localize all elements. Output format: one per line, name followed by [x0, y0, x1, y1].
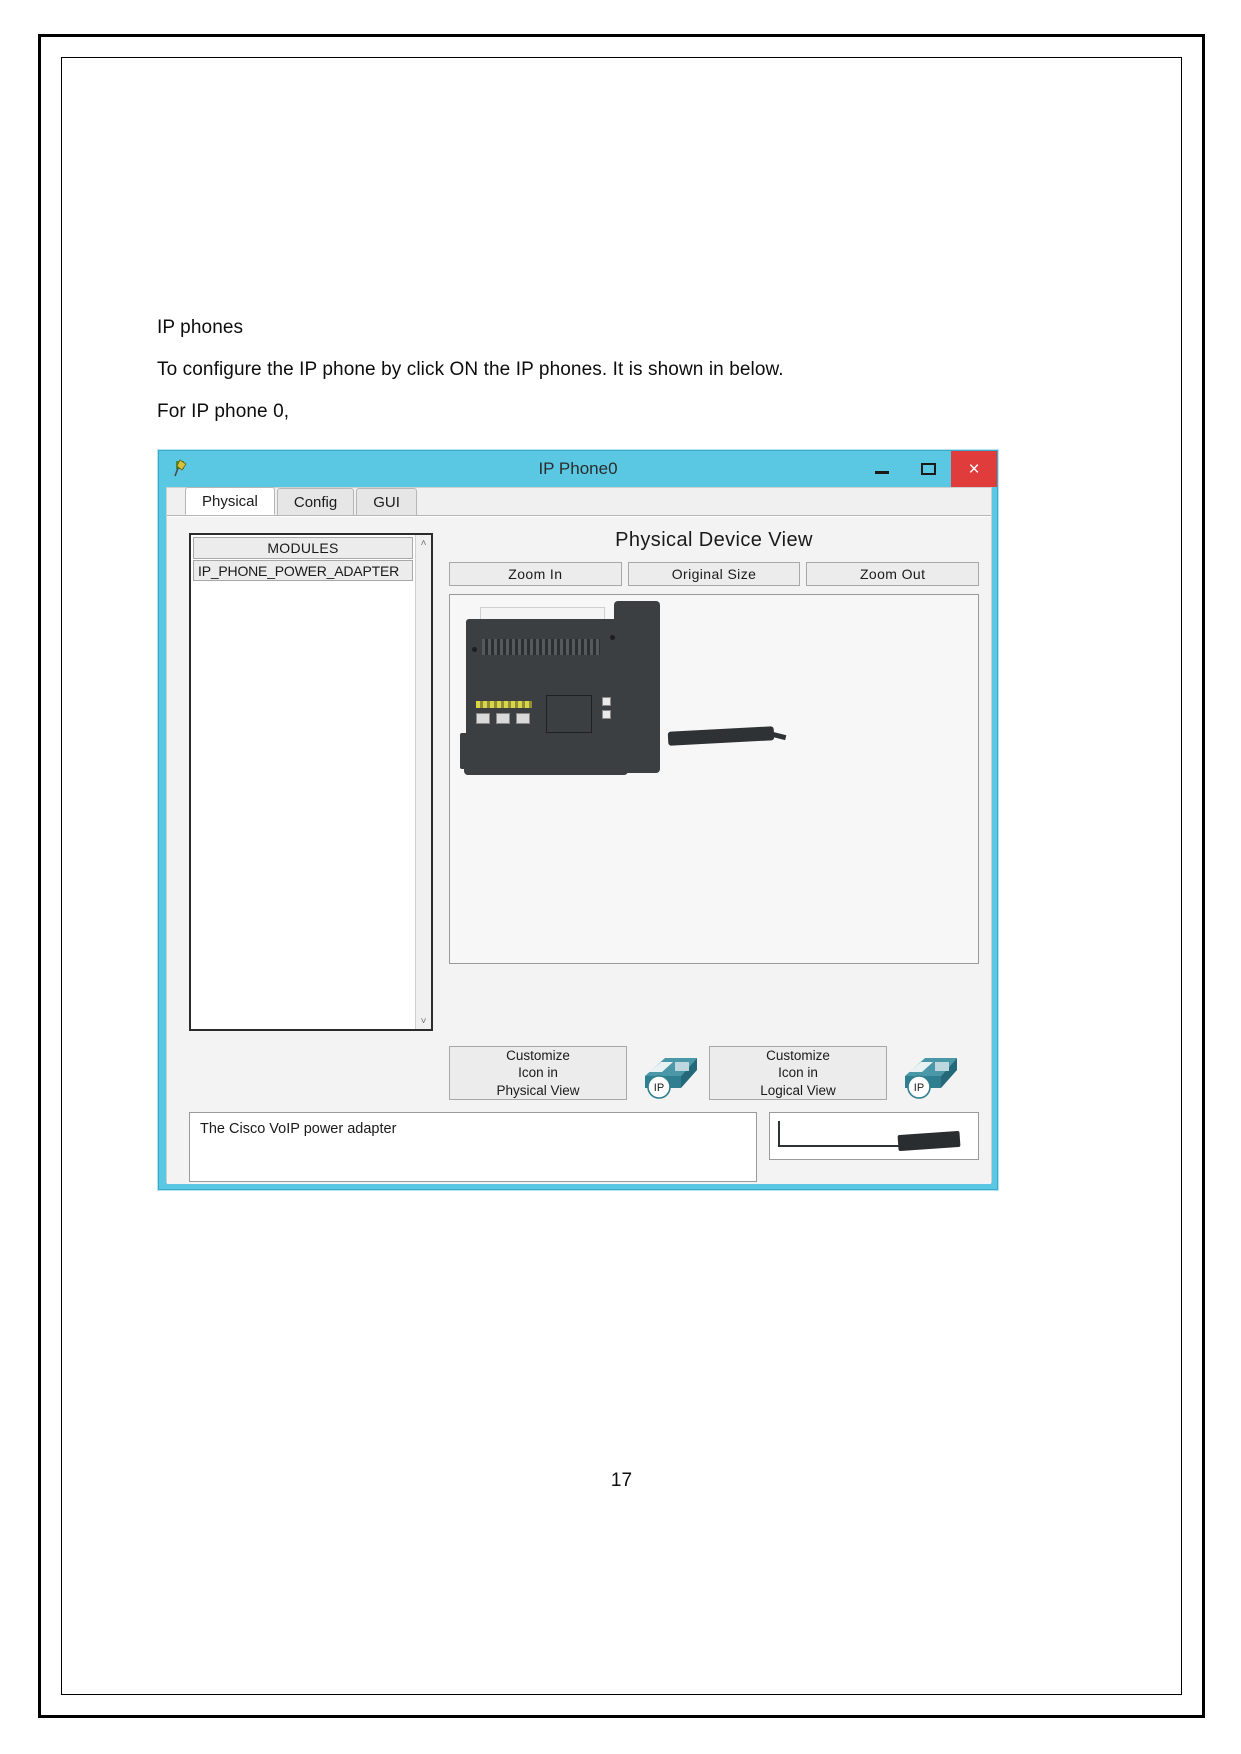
- customize-icon-physical-view-button[interactable]: Customize Icon in Physical View: [449, 1046, 627, 1100]
- svg-text:IP: IP: [654, 1082, 664, 1094]
- physical-tab-content: MODULES IP_PHONE_POWER_ADAPTER ˄ ˅ Physi…: [167, 516, 991, 1184]
- original-size-button[interactable]: Original Size: [627, 562, 801, 586]
- window-titlebar[interactable]: IP Phone0 ×: [159, 451, 997, 487]
- customize-logical-line1: Customize: [766, 1048, 830, 1064]
- zoom-in-button[interactable]: Zoom In: [449, 562, 622, 586]
- page-inner-border: IP phones To configure the IP phone by c…: [61, 57, 1182, 1695]
- customize-physical-line1: Customize: [506, 1048, 570, 1064]
- customize-logical-line3: Logical View: [760, 1082, 836, 1098]
- modules-panel: MODULES IP_PHONE_POWER_ADAPTER ˄ ˅: [189, 533, 433, 1031]
- ip-phone-window: IP Phone0 × Physical Config GUI MODULES …: [158, 450, 998, 1190]
- scroll-up-icon[interactable]: ˄: [416, 535, 431, 551]
- tab-bar: Physical Config GUI: [167, 487, 991, 516]
- customize-physical-line3: Physical View: [496, 1082, 580, 1098]
- packet-tracer-icon: [173, 458, 193, 478]
- page-heading: IP phones: [157, 317, 244, 338]
- module-preview-image: [769, 1112, 979, 1160]
- scroll-down-icon[interactable]: ˅: [416, 1013, 431, 1029]
- customize-icon-logical-view-button[interactable]: Customize Icon in Logical View: [709, 1046, 887, 1100]
- ip-phone-icon-logical: IP: [895, 1046, 961, 1100]
- zoom-button-row: Zoom In Original Size Zoom Out: [449, 562, 980, 586]
- customize-logical-line2: Icon in: [778, 1065, 818, 1081]
- zoom-out-button[interactable]: Zoom Out: [806, 562, 980, 586]
- device-canvas[interactable]: [449, 594, 979, 964]
- device-view-title: Physical Device View: [615, 529, 813, 551]
- modules-scrollbar[interactable]: ˄ ˅: [415, 535, 431, 1029]
- close-button[interactable]: ×: [951, 451, 997, 487]
- modules-header: MODULES: [193, 537, 413, 559]
- minimize-icon: [875, 470, 889, 474]
- tab-gui[interactable]: GUI: [356, 488, 417, 515]
- tab-config[interactable]: Config: [276, 488, 355, 515]
- page-number: 17: [610, 1470, 633, 1491]
- maximize-icon: [920, 463, 936, 475]
- customize-physical-line2: Icon in: [518, 1065, 558, 1081]
- maximize-button[interactable]: [905, 451, 951, 487]
- tab-physical[interactable]: Physical: [185, 487, 275, 515]
- module-description-box: The Cisco VoIP power adapter: [189, 1112, 757, 1182]
- svg-text:IP: IP: [914, 1082, 924, 1094]
- page-outer-border: IP phones To configure the IP phone by c…: [38, 34, 1205, 1718]
- device-view-panel: Physical Device View Zoom In Original Si…: [449, 525, 980, 1033]
- minimize-button[interactable]: [859, 451, 905, 487]
- ip-phone-icon-physical: IP: [635, 1046, 701, 1100]
- window-body: Physical Config GUI MODULES IP_PHONE_POW…: [166, 487, 992, 1184]
- window-controls: ×: [859, 451, 997, 487]
- page-body-text: To configure the IP phone by click ON th…: [157, 359, 784, 380]
- page-subheading: For IP phone 0,: [157, 401, 290, 422]
- modules-list: MODULES IP_PHONE_POWER_ADAPTER: [191, 535, 415, 1029]
- customize-icon-row: Customize Icon in Physical View IP Custo…: [449, 1045, 979, 1101]
- module-item-ip-phone-power-adapter[interactable]: IP_PHONE_POWER_ADAPTER: [193, 560, 413, 581]
